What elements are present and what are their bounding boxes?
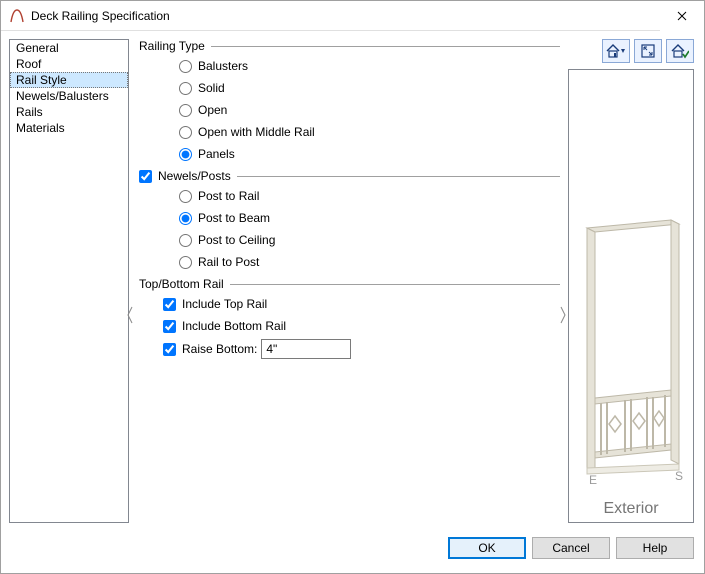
preview-toolbar [568, 39, 694, 63]
corner-e-label: E [589, 473, 597, 487]
checkbox-include-bottom-rail[interactable] [163, 320, 176, 333]
divider [237, 176, 560, 177]
divider [230, 284, 560, 285]
sidebar-item-label: Materials [16, 121, 65, 135]
radio-post-to-ceiling[interactable] [179, 234, 192, 247]
preview-box[interactable]: E S Exterior [568, 69, 694, 523]
splitter-left-icon[interactable] [127, 305, 133, 325]
home-dropdown-button[interactable] [602, 39, 630, 63]
ok-button[interactable]: OK [448, 537, 526, 559]
radio-label: Open with Middle Rail [198, 125, 315, 139]
group-title: Top/Bottom Rail [139, 277, 224, 291]
sidebar-item-materials[interactable]: Materials [10, 120, 128, 136]
app-icon [9, 8, 25, 24]
help-button[interactable]: Help [616, 537, 694, 559]
corner-s-label: S [675, 469, 683, 483]
radio-label: Post to Ceiling [198, 233, 275, 247]
sidebar-item-rails[interactable]: Rails [10, 104, 128, 120]
radio-balusters[interactable] [179, 60, 192, 73]
expand-button[interactable] [634, 39, 662, 63]
checkbox-label: Include Top Rail [182, 297, 267, 311]
preview-illustration: E S [569, 70, 693, 498]
sidebar-item-newels-balusters[interactable]: Newels/Balusters [10, 88, 128, 104]
dialog-footer: OK Cancel Help [1, 531, 704, 565]
checkbox-label: Raise Bottom: [182, 342, 257, 356]
sidebar-item-label: General [16, 41, 59, 55]
checkbox-newels-posts[interactable] [139, 170, 152, 183]
sidebar-item-label: Rails [16, 105, 43, 119]
sidebar-item-label: Newels/Balusters [16, 89, 109, 103]
sidebar-item-label: Roof [16, 57, 41, 71]
radio-label: Panels [198, 147, 235, 161]
home-check-button[interactable] [666, 39, 694, 63]
sidebar-item-roof[interactable]: Roof [10, 56, 128, 72]
window-title: Deck Railing Specification [31, 9, 660, 23]
category-list[interactable]: General Roof Rail Style Newels/Balusters… [9, 39, 129, 523]
radio-label: Balusters [198, 59, 248, 73]
button-label: Help [643, 541, 668, 555]
sidebar-item-rail-style[interactable]: Rail Style [10, 72, 128, 88]
raise-bottom-input[interactable] [261, 339, 351, 359]
radio-label: Rail to Post [198, 255, 259, 269]
group-title: Railing Type [139, 39, 205, 53]
checkbox-raise-bottom[interactable] [163, 343, 176, 356]
sidebar-item-general[interactable]: General [10, 40, 128, 56]
checkbox-include-top-rail[interactable] [163, 298, 176, 311]
radio-open[interactable] [179, 104, 192, 117]
group-top-bottom-rail: Top/Bottom Rail Include Top Rail Include… [139, 277, 560, 359]
checkbox-label: Include Bottom Rail [182, 319, 286, 333]
radio-post-to-rail[interactable] [179, 190, 192, 203]
title-bar: Deck Railing Specification [1, 1, 704, 31]
radio-rail-to-post[interactable] [179, 256, 192, 269]
group-railing-type: Railing Type Balusters Solid Open Open w… [139, 39, 560, 163]
cancel-button[interactable]: Cancel [532, 537, 610, 559]
group-title: Newels/Posts [158, 169, 231, 183]
splitter-right-icon[interactable] [560, 305, 566, 325]
radio-label: Open [198, 103, 227, 117]
radio-open-middle[interactable] [179, 126, 192, 139]
button-label: OK [478, 541, 495, 555]
group-newels-posts: Newels/Posts Post to Rail Post to Beam P… [139, 169, 560, 271]
radio-label: Post to Rail [198, 189, 259, 203]
radio-post-to-beam[interactable] [179, 212, 192, 225]
radio-label: Solid [198, 81, 225, 95]
button-label: Cancel [552, 541, 589, 555]
main-panel: Railing Type Balusters Solid Open Open w… [129, 31, 564, 531]
radio-label: Post to Beam [198, 211, 270, 225]
radio-solid[interactable] [179, 82, 192, 95]
close-button[interactable] [660, 1, 704, 31]
radio-panels[interactable] [179, 148, 192, 161]
divider [211, 46, 560, 47]
sidebar-item-label: Rail Style [16, 73, 67, 87]
